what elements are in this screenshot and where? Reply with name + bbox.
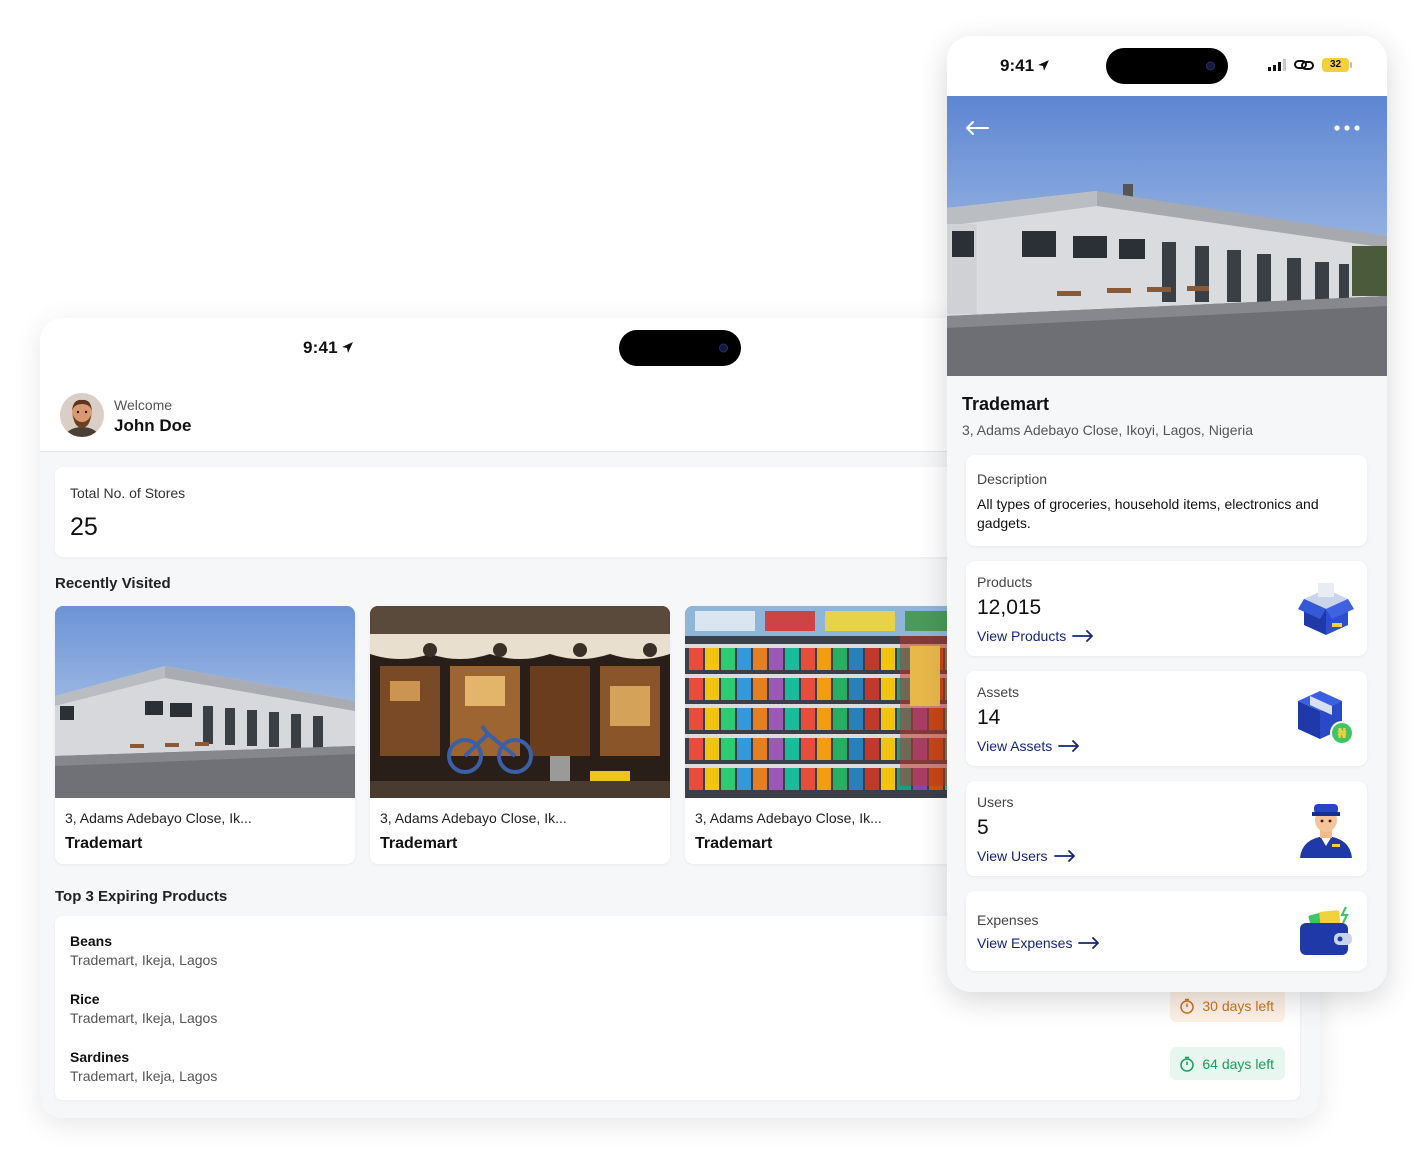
arrow-left-icon [966, 121, 989, 135]
timer-icon [1180, 998, 1195, 1014]
recent-store-card[interactable]: 3, Adams Adebayo Close, Ik... Trademart [55, 606, 355, 864]
recently-visited-title: Recently Visited [55, 575, 171, 592]
description-text: All types of groceries, household items,… [977, 496, 1319, 531]
expiring-products-title: Top 3 Expiring Products [55, 888, 228, 905]
recent-store-card[interactable]: 3, Adams Adebayo Close, Ik... Trademart [370, 606, 670, 864]
link-icon [1294, 60, 1314, 70]
back-button[interactable] [962, 116, 992, 140]
view-assets-label: View Assets [977, 738, 1053, 754]
store-name: Trademart [65, 835, 143, 852]
store-address: 3, Adams Adebayo Close, Ik... [65, 810, 252, 826]
battery-level: 32 [1329, 59, 1342, 70]
description-card: Description All types of groceries, hous… [966, 455, 1367, 546]
store-name: Trademart [695, 835, 773, 852]
warehouse-photo [55, 606, 355, 798]
status-time-text: 9:41 [303, 338, 338, 357]
product-name: Beans [70, 933, 113, 949]
supermarket-shelves-photo [685, 606, 985, 798]
arrow-right-icon [1078, 937, 1100, 949]
total-stores-label: Total No. of Stores [70, 485, 186, 501]
camera-lens [719, 343, 728, 353]
view-expenses-label: View Expenses [977, 935, 1073, 951]
assets-card: Assets 14 View Assets ₦ [966, 671, 1367, 766]
box-icon [1298, 583, 1354, 635]
assets-value: 14 [977, 706, 1001, 729]
view-assets-link[interactable]: View Assets [977, 738, 1080, 754]
svg-text:₦: ₦ [1337, 727, 1346, 742]
list-item[interactable]: Sardines Trademart, Ikeja, Lagos 64 days… [70, 1047, 1285, 1099]
product-name: Rice [70, 991, 100, 1007]
store-address: 3, Adams Adebayo Close, Ik... [380, 810, 567, 826]
expenses-label: Expenses [977, 912, 1039, 928]
camera-lens [1206, 61, 1215, 71]
dynamic-island [1106, 48, 1228, 84]
warehouse-photo [947, 96, 1387, 376]
expiry-badge: 30 days left [1170, 989, 1285, 1022]
product-name: Sardines [70, 1049, 130, 1065]
products-card: Products 12,015 View Products [966, 561, 1367, 656]
view-users-label: View Users [977, 848, 1048, 864]
expiry-badge-text: 64 days left [1202, 1055, 1274, 1072]
signal-icon [1268, 59, 1286, 71]
wallet-icon [1300, 906, 1352, 955]
status-time: 9:41 [1000, 56, 1050, 76]
view-expenses-link[interactable]: View Expenses [977, 935, 1100, 951]
more-options-button[interactable] [1332, 116, 1362, 140]
products-value: 12,015 [977, 596, 1042, 619]
battery-icon: 32 [1322, 58, 1352, 72]
status-bar: 9:41 32 [947, 36, 1387, 96]
location-arrow-icon [341, 342, 353, 353]
store-address: 3, Adams Adebayo Close, Ikoyi, Lagos, Ni… [962, 422, 1254, 438]
recent-store-card[interactable]: 3, Adams Adebayo Close, Ik... Trademart [685, 606, 985, 864]
total-stores-value: 25 [70, 513, 98, 541]
view-users-link[interactable]: View Users [977, 848, 1076, 864]
product-location: Trademart, Ikeja, Lagos [70, 1068, 218, 1084]
status-icons: 32 [1268, 58, 1352, 72]
store-address: 3, Adams Adebayo Close, Ik... [695, 810, 882, 826]
users-label: Users [977, 794, 1014, 810]
street-shop-photo [370, 606, 670, 798]
list-item[interactable]: Rice Trademart, Ikeja, Lagos 30 days lef… [70, 989, 1285, 1041]
users-value: 5 [977, 816, 989, 839]
location-arrow-icon [1038, 60, 1049, 71]
store-name: Trademart [380, 835, 458, 852]
expiry-badge-text: 30 days left [1202, 997, 1274, 1014]
arrow-right-icon [1058, 740, 1080, 752]
arrow-right-icon [1053, 850, 1075, 862]
more-dots-icon [1334, 125, 1360, 131]
store-detail-screen: 9:41 32 Trademart 3, Adams Adebayo Close… [947, 36, 1387, 992]
avatar[interactable] [60, 393, 104, 437]
product-location: Trademart, Ikeja, Lagos [70, 1010, 218, 1026]
store-hero-image [947, 96, 1387, 376]
user-name: John Doe [114, 416, 192, 435]
assets-label: Assets [977, 684, 1020, 700]
status-time-text: 9:41 [1000, 56, 1035, 75]
avatar-image [60, 393, 104, 437]
welcome-label: Welcome [114, 397, 173, 413]
expiry-badge: 64 days left [1170, 1047, 1285, 1080]
arrow-right-icon [1072, 630, 1094, 642]
expenses-card: Expenses View Expenses [966, 891, 1367, 971]
status-time: 9:41 [303, 338, 354, 358]
dynamic-island [619, 330, 741, 366]
view-products-link[interactable]: View Products [977, 628, 1094, 644]
view-products-label: View Products [977, 628, 1067, 644]
product-location: Trademart, Ikeja, Lagos [70, 952, 218, 968]
timer-icon [1180, 1056, 1195, 1072]
products-label: Products [977, 574, 1033, 590]
description-label: Description [977, 471, 1048, 487]
users-card: Users 5 View Users [966, 781, 1367, 876]
user-staff-icon [1300, 804, 1352, 858]
store-title: Trademart [962, 394, 1050, 414]
asset-cube-icon: ₦ [1298, 691, 1354, 745]
